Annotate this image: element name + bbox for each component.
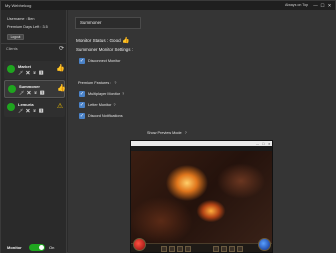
premium-days-label: Premium Days Left : 3.5 (7, 25, 48, 29)
client-item-summoner[interactable]: Summoner 🗡 ✖ ♛ ⬆ 👍 (4, 80, 66, 98)
refresh-icon[interactable]: ⟳ (59, 45, 64, 52)
thumbs-up-icon: 👍 (57, 85, 66, 92)
skill-slot (229, 246, 235, 252)
main-panel: Summoner Monitor Status : Good 👍 Summone… (68, 10, 336, 253)
health-orb (133, 238, 146, 251)
monitor-state-label: On (49, 245, 55, 250)
toggle-knob (39, 245, 44, 250)
client-action-icons[interactable]: 🗡 ✖ ♛ ⬆ (18, 108, 44, 113)
monitor-label: Monitor (7, 245, 22, 250)
client-select[interactable]: Summoner (75, 17, 141, 29)
client-status-dot (8, 85, 16, 93)
title-bar: My Webhelcog Always on Top — ☐ ✕ (1, 1, 335, 10)
skill-slot (169, 246, 175, 252)
preview-mode-label: Show Preview Mode (147, 131, 182, 135)
premium-features-label: Premium Features : (78, 81, 112, 85)
maximize-icon[interactable]: ☐ (320, 3, 325, 8)
discord-notifications-label: Discord Notifications (88, 114, 123, 118)
close-icon: ✕ (268, 141, 271, 146)
client-item-lemuria[interactable]: Lemuria 🗡 ✖ ♛ ⬆ ⚠ (4, 99, 65, 117)
client-name: Market (18, 64, 31, 69)
client-action-icons[interactable]: 🗡 ✖ ♛ ⬆ (19, 90, 45, 95)
monitor-toggle[interactable] (29, 244, 45, 251)
disconnect-monitor-checkbox[interactable]: ✓ (79, 58, 85, 64)
thumbs-up-icon: 👍 (121, 38, 130, 44)
multiplayer-monitor-label: Multiplayer Monitor? (88, 92, 125, 96)
sidebar: Username : Ben Premium Days Left : 3.5 L… (1, 10, 67, 253)
window-title: My Webhelcog (5, 3, 32, 8)
app-window: My Webhelcog Always on Top — ☐ ✕ Usernam… (0, 0, 336, 253)
skill-slot (221, 246, 227, 252)
letter-monitor-label: Letter Monitor? (88, 103, 116, 107)
client-status-dot (7, 65, 15, 73)
help-icon[interactable]: ? (122, 92, 124, 96)
help-icon[interactable]: ? (113, 103, 115, 107)
client-status-dot (7, 103, 15, 111)
preview-mode-heading: Show Preview Mode ? (147, 131, 187, 135)
disconnect-monitor-label: Disconnect Monitor (88, 59, 121, 63)
client-action-icons[interactable]: 🗡 ✖ ♛ ⬆ (18, 70, 44, 75)
settings-title: Summoner Monitor Settings : (76, 47, 133, 52)
skill-slot (161, 246, 167, 252)
minimize-icon[interactable]: — (313, 3, 318, 8)
premium-features-heading: Premium Features : ? (78, 81, 116, 85)
letter-monitor-checkbox[interactable]: ✓ (79, 102, 85, 108)
skill-slot (213, 246, 219, 252)
thumbs-up-icon: 👍 (56, 65, 65, 72)
client-name: Summoner (19, 84, 40, 89)
skill-slot (177, 246, 183, 252)
client-item-market[interactable]: Market 🗡 ✖ ♛ ⬆ 👍 (4, 61, 65, 79)
clients-heading: Clients (6, 47, 18, 51)
always-on-top-button[interactable]: Always on Top (285, 3, 308, 7)
mana-orb (258, 238, 271, 251)
game-action-bar (131, 243, 272, 252)
help-icon[interactable]: ? (185, 131, 187, 135)
monitor-status-text: Monitor Status : Good (76, 38, 121, 43)
minimize-icon: — (256, 141, 259, 146)
maximize-icon: ☐ (262, 141, 265, 146)
discord-notifications-checkbox[interactable]: ✓ (79, 113, 85, 119)
game-scene (131, 151, 272, 243)
skill-slot (237, 246, 243, 252)
monitor-status: Monitor Status : Good 👍 (76, 37, 129, 44)
client-name: Lemuria (18, 102, 34, 107)
close-icon[interactable]: ✕ (327, 3, 332, 8)
divider (1, 43, 67, 44)
multiplayer-monitor-checkbox[interactable]: ✓ (79, 91, 85, 97)
skill-slot (185, 246, 191, 252)
username-label: Username : Ben (7, 17, 35, 21)
logout-button[interactable]: Logout (7, 34, 24, 40)
game-preview[interactable]: — ☐ ✕ (130, 140, 273, 253)
warning-icon: ⚠ (56, 103, 64, 110)
help-icon[interactable]: ? (114, 81, 116, 85)
